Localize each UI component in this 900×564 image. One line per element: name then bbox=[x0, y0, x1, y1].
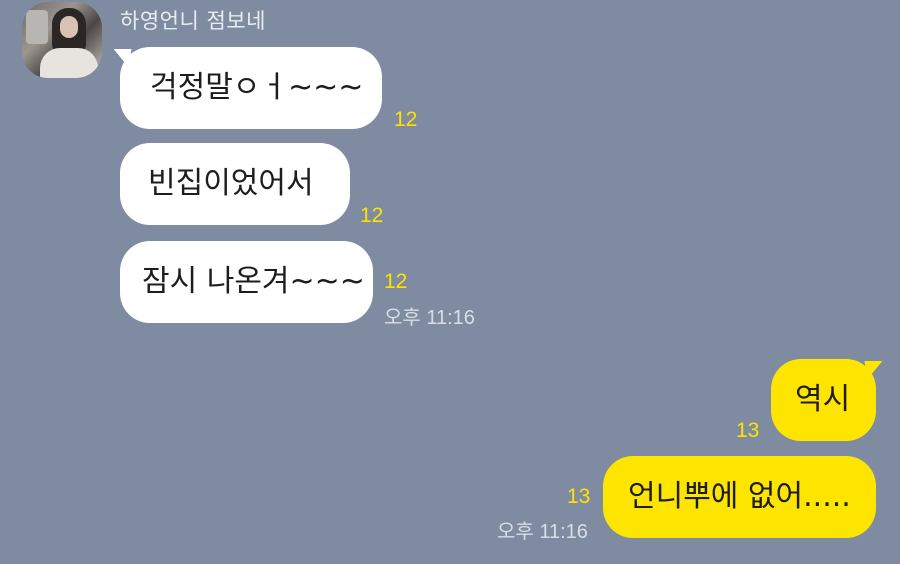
avatar-face-graphic bbox=[60, 16, 78, 38]
incoming-message-2-text: 빈집이었어서 bbox=[148, 166, 314, 201]
incoming-message-2[interactable]: 빈집이었어서 bbox=[120, 143, 350, 225]
incoming-message-1[interactable]: 걱정말ㅇㅓ~~~ bbox=[120, 47, 382, 129]
incoming-message-3-text: 잠시 나온겨~~~ bbox=[142, 264, 365, 299]
outgoing-message-2[interactable]: 언니뿌에 없어..... bbox=[603, 456, 876, 538]
unread-count-1: 12 bbox=[394, 108, 418, 131]
avatar[interactable] bbox=[22, 2, 102, 78]
outgoing-message-1[interactable]: 역시 bbox=[771, 359, 876, 441]
unread-count-4: 13 bbox=[736, 419, 760, 442]
avatar-body-graphic bbox=[40, 48, 98, 78]
unread-count-5: 13 bbox=[567, 485, 591, 508]
timestamp-outgoing: 오후 11:16 bbox=[497, 521, 588, 543]
outgoing-message-1-text: 역시 bbox=[795, 382, 851, 417]
unread-count-2: 12 bbox=[360, 204, 384, 227]
unread-count-3: 12 bbox=[384, 270, 408, 293]
outgoing-message-2-text: 언니뿌에 없어..... bbox=[628, 479, 851, 514]
avatar-window-graphic bbox=[26, 10, 48, 44]
incoming-message-1-text: 걱정말ㅇㅓ~~~ bbox=[150, 70, 364, 105]
timestamp-incoming: 오후 11:16 bbox=[384, 307, 475, 329]
incoming-message-3[interactable]: 잠시 나온겨~~~ bbox=[120, 241, 373, 323]
sender-name: 하영언니 점보네 bbox=[120, 9, 266, 33]
